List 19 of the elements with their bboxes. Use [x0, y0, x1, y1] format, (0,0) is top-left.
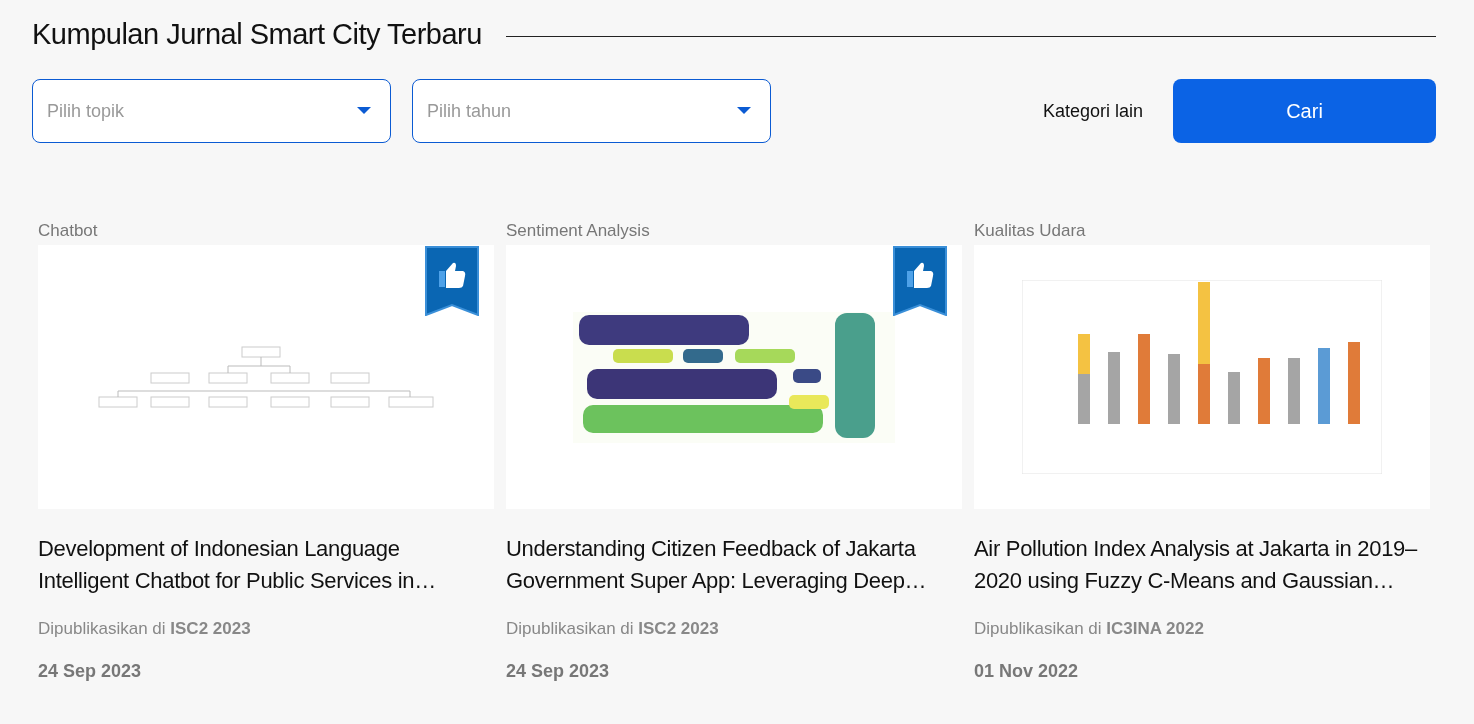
other-category-link[interactable]: Kategori lain	[1042, 100, 1143, 122]
publication-date: 24 Sep 2023	[38, 661, 143, 682]
publication-venue: Dipublikasikan di ISC2 2023	[506, 619, 720, 639]
article-title[interactable]: Understanding Citizen Feedback of Jakarta Government Super App: Leveraging Deep…	[506, 533, 962, 597]
dropdown-field[interactable]: Pilih tahun	[412, 79, 771, 143]
caret-icon	[737, 107, 751, 115]
section-title: Kumpulan Jurnal Smart City Terbaru	[32, 18, 482, 51]
article-title[interactable]: Development of Indonesian Language Intelligent Chatbot for Public Services in…	[38, 533, 494, 597]
publication-date: 24 Sep 2023	[506, 661, 611, 682]
publication-date: 01 Nov 2022	[974, 661, 1080, 682]
article-title[interactable]: Air Pollution Index Analysis at Jakarta in 2019–2020 using Fuzzy C-Means and Gaussian…	[974, 533, 1430, 597]
publication-venue: Dipublikasikan di ISC2 2023	[38, 619, 252, 639]
category-label: Kualitas Udara	[974, 221, 1087, 242]
search-button[interactable]: Cari	[1173, 79, 1436, 143]
publication-venue: Dipublikasikan di IC3INA 2022	[974, 619, 1205, 639]
caret-icon	[357, 107, 371, 115]
category-label: Chatbot	[38, 221, 99, 242]
dropdown-field[interactable]: Pilih topik	[32, 79, 391, 143]
category-label: Sentiment Analysis	[506, 221, 651, 242]
